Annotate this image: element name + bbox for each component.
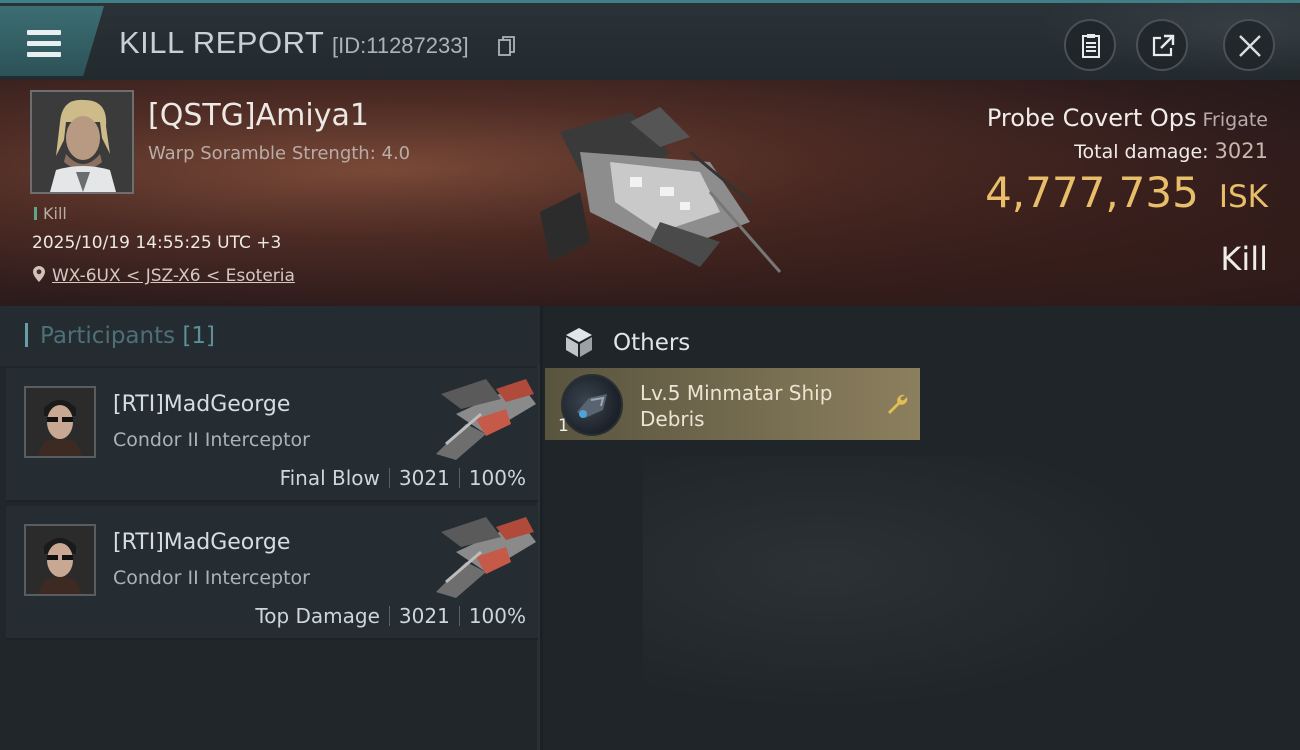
debris-icon bbox=[561, 374, 623, 436]
others-title: Others bbox=[613, 330, 691, 356]
ship-name-text: Probe Covert Ops bbox=[986, 104, 1197, 132]
ship-class: Frigate bbox=[1202, 109, 1268, 131]
portrait-image bbox=[32, 92, 132, 192]
participant-name: [RTI]MadGeorge bbox=[113, 392, 291, 417]
victim-ship-image bbox=[540, 107, 782, 273]
top-bar: KILL REPORT [ID:11287233] bbox=[0, 0, 1300, 83]
participant-avatar[interactable] bbox=[24, 524, 96, 596]
location-text[interactable]: WX-6UX < JSZ-X6 < Esoteria bbox=[52, 266, 295, 286]
background-decoration bbox=[643, 456, 1243, 736]
participant-stats: Final Blow 3021 100% bbox=[280, 466, 526, 490]
location-pin-icon bbox=[33, 266, 45, 282]
participant-row[interactable]: [RTI]MadGeorge Condor II Interceptor Fin… bbox=[6, 368, 538, 502]
share-icon bbox=[1152, 34, 1175, 57]
participants-header: Participants [1] bbox=[0, 306, 540, 366]
victim-banner: [QSTG]Amiya1 Warp Soramble Strength: 4.0… bbox=[0, 80, 1300, 306]
isk-unit: ISK bbox=[1218, 179, 1268, 215]
victim-name: [QSTG]Amiya1 bbox=[148, 98, 369, 133]
menu-tab[interactable] bbox=[0, 6, 104, 76]
header-accent-bar bbox=[25, 323, 28, 347]
stat-divider bbox=[388, 606, 390, 626]
location-link[interactable]: WX-6UX < JSZ-X6 < Esoteria bbox=[32, 265, 295, 286]
kill-tag: Kill bbox=[34, 204, 67, 223]
participant-avatar[interactable] bbox=[24, 386, 96, 458]
item-card[interactable]: 1 Lv.5 Minmatar Ship Debris bbox=[545, 368, 920, 440]
clipboard-icon bbox=[1082, 34, 1100, 58]
participants-count: [1] bbox=[182, 323, 216, 349]
participant-damage: 3021 bbox=[398, 604, 450, 628]
participant-role: Top Damage bbox=[255, 604, 380, 628]
participant-ship: Condor II Interceptor bbox=[113, 567, 310, 589]
stat-divider bbox=[458, 606, 460, 626]
isk-value: 4,777,735 ISK bbox=[985, 168, 1268, 217]
participants-title: Participants [1] bbox=[40, 323, 215, 349]
participant-percent: 100% bbox=[468, 604, 526, 628]
participants-label: Participants bbox=[40, 323, 176, 349]
stat-divider bbox=[458, 468, 460, 488]
participant-damage: 3021 bbox=[398, 466, 450, 490]
others-panel: Others 1 Lv.5 Minmatar Ship Debris bbox=[543, 306, 1300, 750]
copy-icon[interactable] bbox=[498, 36, 516, 56]
share-button[interactable] bbox=[1136, 19, 1188, 71]
page-title: KILL REPORT bbox=[119, 25, 325, 60]
wrench-icon[interactable] bbox=[885, 392, 909, 416]
participant-role: Final Blow bbox=[279, 466, 380, 490]
portrait-image bbox=[26, 526, 94, 594]
participant-ship-image bbox=[436, 379, 536, 460]
portrait-image bbox=[26, 388, 94, 456]
kill-result: Kill bbox=[1220, 240, 1268, 278]
close-button[interactable] bbox=[1223, 19, 1275, 71]
clipboard-button[interactable] bbox=[1064, 19, 1116, 71]
kill-timestamp: 2025/10/19 14:55:25 UTC +3 bbox=[32, 233, 282, 253]
total-damage: Total damage: 3021 bbox=[1074, 139, 1268, 163]
report-id: [ID:11287233] bbox=[332, 33, 469, 58]
participant-ship-image bbox=[436, 517, 536, 598]
victim-subtitle: Warp Soramble Strength: 4.0 bbox=[148, 143, 411, 164]
item-quantity: 1 bbox=[558, 416, 569, 436]
participant-row[interactable]: [RTI]MadGeorge Condor II Interceptor Top… bbox=[6, 506, 538, 640]
hamburger-menu-icon[interactable] bbox=[27, 30, 63, 58]
victim-ship-name: Probe Covert Ops Frigate bbox=[987, 104, 1268, 132]
close-icon bbox=[1239, 35, 1261, 57]
cube-icon bbox=[566, 328, 592, 357]
victim-avatar[interactable] bbox=[30, 90, 134, 194]
participants-panel: Participants [1] [RTI]MadGeorge Condor I… bbox=[0, 306, 540, 750]
participant-stats: Top Damage 3021 100% bbox=[255, 604, 526, 628]
participant-ship: Condor II Interceptor bbox=[113, 429, 310, 451]
total-damage-value: 3021 bbox=[1214, 139, 1268, 163]
participant-name: [RTI]MadGeorge bbox=[113, 530, 291, 555]
item-name: Lv.5 Minmatar Ship Debris bbox=[640, 381, 833, 431]
stat-divider bbox=[388, 468, 390, 488]
participant-percent: 100% bbox=[468, 466, 526, 490]
isk-amount: 4,777,735 bbox=[985, 168, 1199, 217]
total-damage-label: Total damage: bbox=[1074, 141, 1209, 163]
